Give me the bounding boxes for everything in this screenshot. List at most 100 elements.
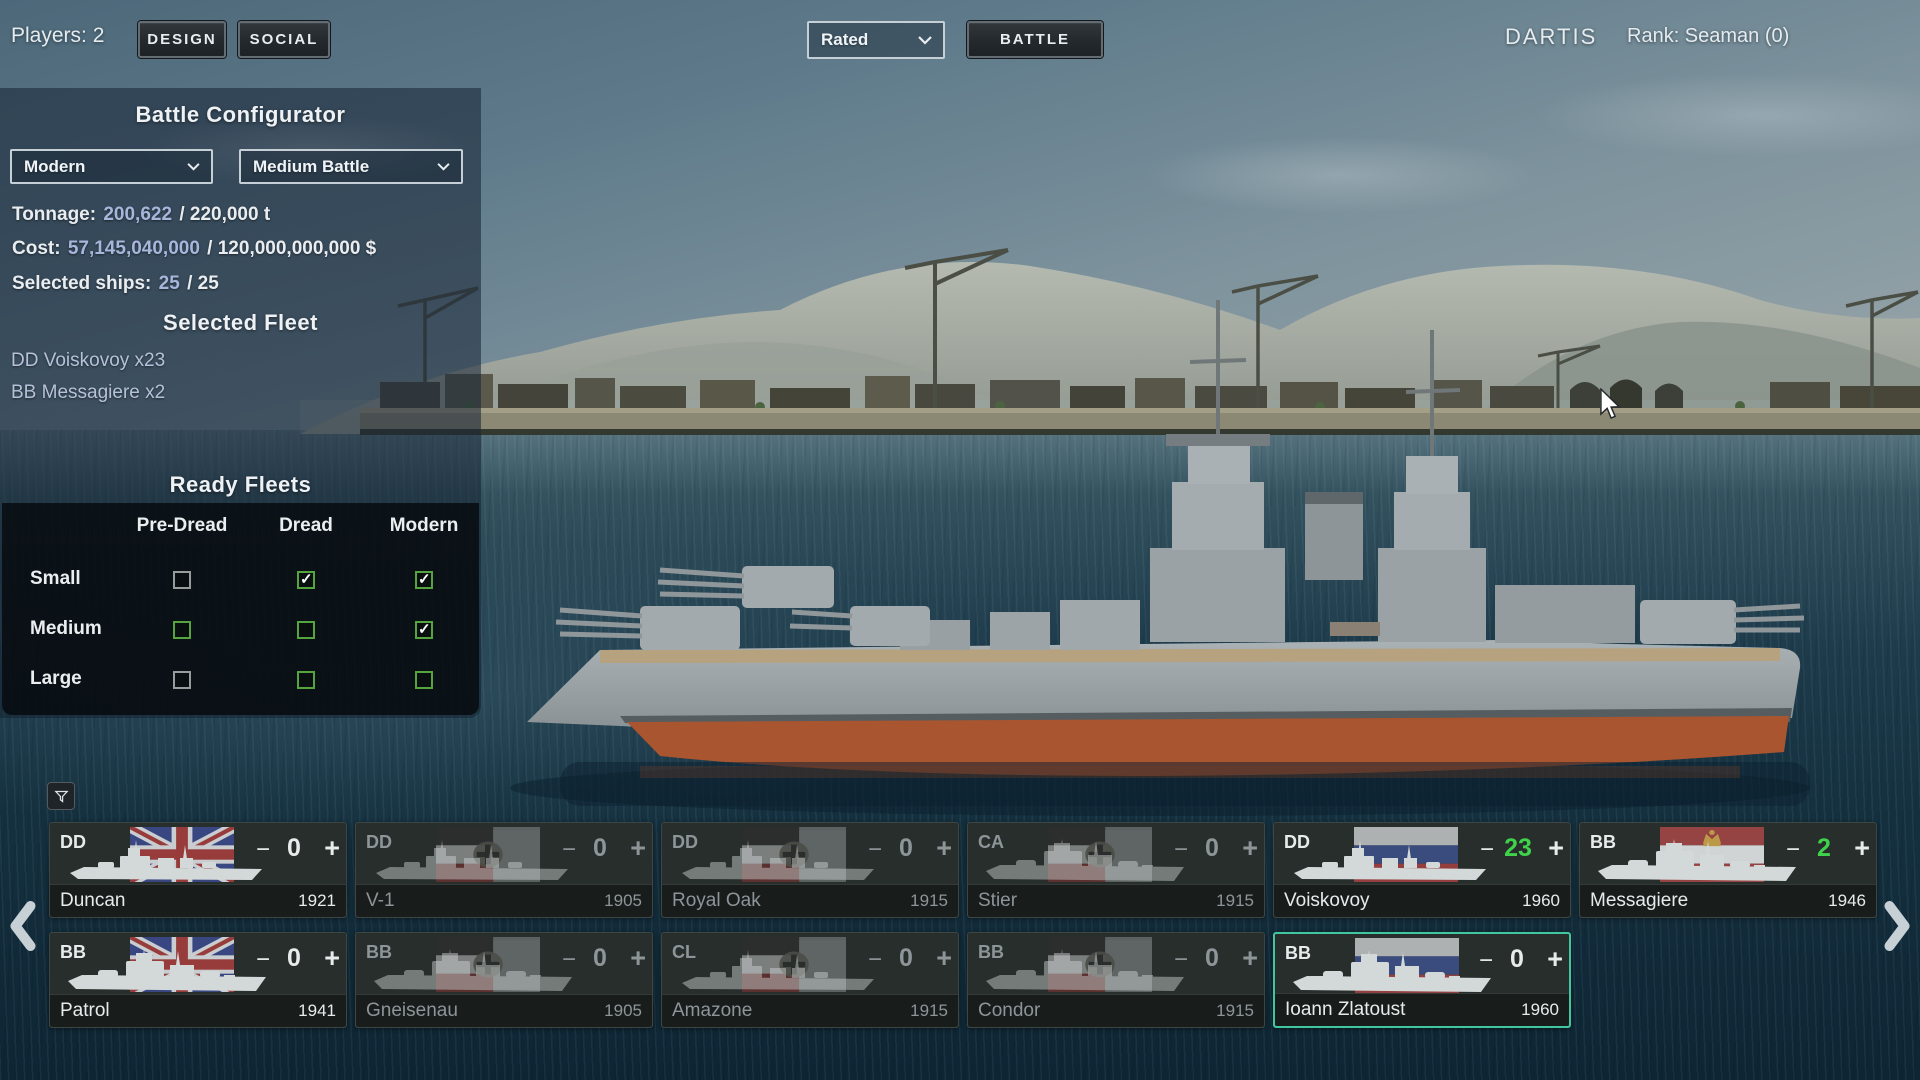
fleet-checkbox-small-modern[interactable] (415, 571, 433, 589)
filter-funnel-icon (53, 788, 70, 805)
battle-size-dropdown-value: Medium Battle (253, 157, 369, 177)
decrease-count-button[interactable]: − (868, 948, 882, 972)
ship-silhouette (64, 839, 276, 885)
fleet-checkbox-medium-modern[interactable] (415, 621, 433, 639)
increase-count-button[interactable]: + (1547, 946, 1563, 973)
increase-count-button[interactable]: + (630, 835, 646, 862)
era-dropdown[interactable]: Modern (10, 149, 213, 184)
ship-year: 1915 (1216, 1001, 1254, 1021)
ship-card-namebar: Ioann Zlatoust 1960 (1275, 993, 1569, 1026)
fleet-checkbox-medium-pre-dread[interactable] (173, 621, 191, 639)
battle-size-dropdown[interactable]: Medium Battle (239, 149, 463, 184)
ship-silhouette (370, 839, 582, 885)
fleet-checkbox-medium-dread[interactable] (297, 621, 315, 639)
fleet-checkbox-small-pre-dread[interactable] (173, 571, 191, 589)
decrease-count-button[interactable]: − (1786, 838, 1800, 862)
ship-card-patrol[interactable]: BB−0+Patrol1941 (49, 932, 347, 1028)
increase-count-button[interactable]: + (1242, 835, 1258, 862)
selected-fleet-title: Selected Fleet (0, 310, 481, 336)
chevron-down-icon (186, 162, 201, 171)
stat-max: / 120,000,000,000 $ (202, 238, 376, 259)
mouse-cursor (1598, 388, 1622, 422)
ship-year: 1941 (298, 1001, 336, 1021)
ship-card-namebar: Patrol1941 (50, 994, 346, 1027)
chevron-down-icon (917, 35, 933, 45)
ship-card-duncan[interactable]: DD−0+Duncan1921 (49, 822, 347, 918)
ship-card-messagiere[interactable]: BB−2+Messagiere1946 (1579, 822, 1877, 918)
ship-card-ioann-zlatoust[interactable]: BB−0+Ioann Zlatoust1960 (1273, 932, 1571, 1028)
stat-max: / 25 (182, 273, 219, 294)
stat-max: / 220,000 t (174, 204, 270, 225)
stat-label: Cost: (12, 238, 66, 259)
ship-card-condor[interactable]: BB−0+Condor1915 (967, 932, 1265, 1028)
rank-label: Rank: Seaman (0) (1627, 25, 1789, 48)
ship-count: 0 (272, 836, 316, 861)
fleet-checkbox-large-dread[interactable] (297, 671, 315, 689)
match-mode-dropdown[interactable]: Rated (807, 21, 945, 59)
fleet-checkbox-small-dread[interactable] (297, 571, 315, 589)
ship-year: 1905 (604, 891, 642, 911)
fleet-checkbox-large-modern[interactable] (415, 671, 433, 689)
ship-name: Duncan (60, 890, 126, 912)
ship-silhouette (1288, 839, 1500, 885)
game-screen: Players: 2 DESIGN SOCIAL Rated BATTLE DA… (0, 0, 1920, 1080)
ready-fleets-table: Pre-DreadDreadModernSmallMediumLarge (2, 503, 479, 715)
increase-count-button[interactable]: + (324, 945, 340, 972)
increase-count-button[interactable]: + (1548, 835, 1564, 862)
ship-count: 0 (272, 946, 316, 971)
decrease-count-button[interactable]: − (562, 948, 576, 972)
decrease-count-button[interactable]: − (256, 838, 270, 862)
decrease-count-button[interactable]: − (868, 838, 882, 862)
ship-card-amazone[interactable]: CL−0+Amazone1915 (661, 932, 959, 1028)
ship-year: 1905 (604, 1001, 642, 1021)
decrease-count-button[interactable]: − (1174, 838, 1188, 862)
social-button[interactable]: SOCIAL (238, 21, 330, 58)
stat-value: 200,622 (103, 204, 172, 225)
increase-count-button[interactable]: + (936, 945, 952, 972)
ship-card-stier[interactable]: CA−0+Stier1915 (967, 822, 1265, 918)
chevron-down-icon (436, 162, 451, 171)
ship-card-namebar: Voiskovoy1960 (1274, 884, 1570, 917)
stat-line: Tonnage: 200,622 / 220,000 t (12, 204, 270, 226)
stat-line: Selected ships: 25 / 25 (12, 273, 219, 295)
ship-card-v-1[interactable]: DD−0+V-11905 (355, 822, 653, 918)
fleet-checkbox-large-pre-dread[interactable] (173, 671, 191, 689)
increase-count-button[interactable]: + (1854, 835, 1870, 862)
ship-card-gneisenau[interactable]: BB−0+Gneisenau1905 (355, 932, 653, 1028)
ship-count: 0 (884, 836, 928, 861)
scroll-left-arrow[interactable] (8, 898, 38, 959)
ship-silhouette (1594, 839, 1806, 885)
battle-button[interactable]: BATTLE (967, 21, 1103, 58)
fleet-row-label: Small (30, 568, 81, 590)
ship-name: V-1 (366, 890, 395, 912)
username-label: DARTIS (1505, 24, 1597, 50)
fleet-row-label: Medium (30, 618, 102, 640)
decrease-count-button[interactable]: − (562, 838, 576, 862)
ship-name: Gneisenau (366, 1000, 458, 1022)
ship-silhouette (676, 839, 888, 885)
ship-silhouette (982, 949, 1194, 995)
ship-card-voiskovoy[interactable]: DD−23+Voiskovoy1960 (1273, 822, 1571, 918)
ship-name: Condor (978, 1000, 1040, 1022)
ship-card-royal-oak[interactable]: DD−0+Royal Oak1915 (661, 822, 959, 918)
increase-count-button[interactable]: + (936, 835, 952, 862)
ship-year: 1960 (1521, 1000, 1559, 1020)
stat-label: Selected ships: (12, 273, 157, 294)
increase-count-button[interactable]: + (324, 835, 340, 862)
ship-silhouette (676, 949, 888, 995)
ship-name: Ioann Zlatoust (1285, 999, 1405, 1021)
filter-button[interactable] (47, 782, 75, 810)
increase-count-button[interactable]: + (630, 945, 646, 972)
scroll-right-arrow[interactable] (1882, 898, 1912, 959)
ship-count: 2 (1802, 836, 1846, 861)
battle-configurator-panel: Battle Configurator Modern Medium Battle… (0, 88, 481, 718)
decrease-count-button[interactable]: − (1174, 948, 1188, 972)
decrease-count-button[interactable]: − (1480, 838, 1494, 862)
design-button[interactable]: DESIGN (138, 21, 226, 58)
decrease-count-button[interactable]: − (256, 948, 270, 972)
ship-count: 0 (1190, 836, 1234, 861)
fleet-column-header: Modern (354, 515, 494, 537)
decrease-count-button[interactable]: − (1479, 949, 1493, 973)
ship-card-namebar: Royal Oak1915 (662, 884, 958, 917)
increase-count-button[interactable]: + (1242, 945, 1258, 972)
